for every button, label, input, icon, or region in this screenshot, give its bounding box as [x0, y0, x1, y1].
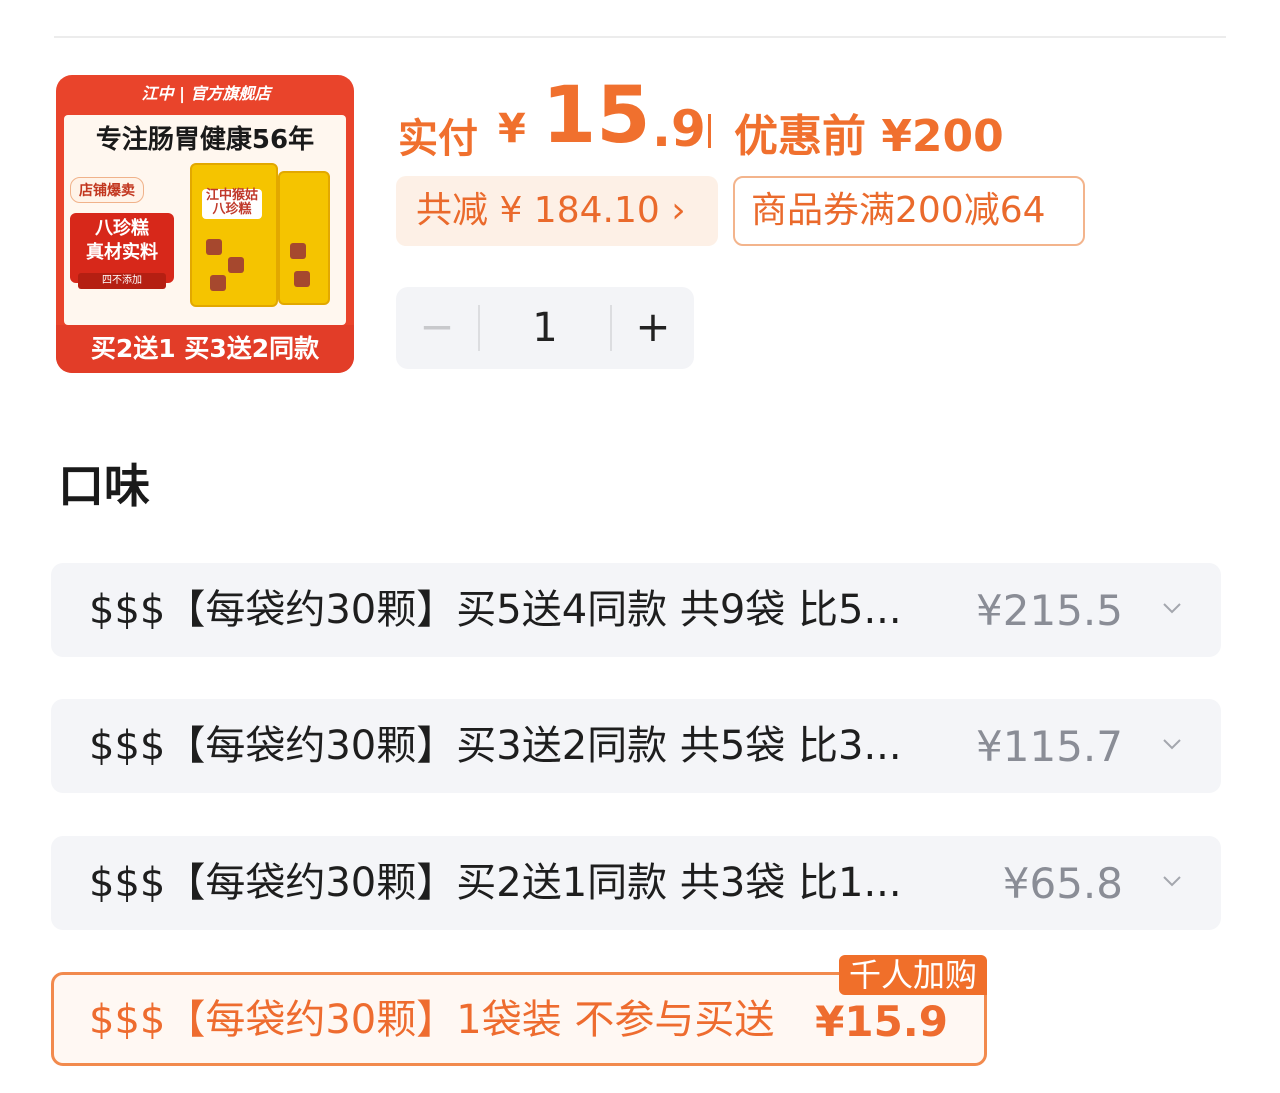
product-image[interactable]: 江中 | 官方旗舰店 专注肠胃健康56年 店铺爆卖 八珍糕 真材实料 四不添加 … [56, 75, 354, 373]
coupon-badge[interactable]: 商品券满200减64 [733, 176, 1085, 246]
chevron-down-icon[interactable] [1161, 733, 1183, 755]
brand-logo: 江中 | 官方旗舰店 [141, 84, 271, 103]
feature-line-1: 八珍糕 [95, 218, 149, 239]
shop-hot-tag: 店铺爆卖 [70, 177, 144, 203]
promo-strip: 买2送1 买3送2同款 [56, 325, 354, 373]
flavor-option[interactable]: $$$【每袋约30颗】买5送4同款 共9袋 比5... ¥215.5 [51, 563, 1221, 657]
cake-piece [228, 257, 244, 273]
quantity-value[interactable]: 1 [480, 287, 610, 369]
pay-price-integer: 15 [542, 71, 651, 161]
feature-line-2: 真材实料 [86, 242, 158, 263]
flavor-option[interactable]: $$$【每袋约30颗】买2送1同款 共3袋 比1... ¥65.8 [51, 836, 1221, 930]
quantity-stepper: − 1 + [396, 287, 694, 369]
chevron-down-icon[interactable] [1161, 597, 1183, 619]
option-label: $$$【每袋约30颗】买2送1同款 共3袋 比1... [89, 860, 902, 906]
pay-price-decimal: .9 [652, 100, 706, 158]
cake-piece [294, 271, 310, 287]
cake-piece [290, 243, 306, 259]
cake-piece [206, 239, 222, 255]
top-divider [54, 36, 1226, 38]
cake-piece [210, 275, 226, 291]
bag-label: 江中猴姑八珍糕 [202, 189, 262, 219]
product-bag-back [278, 171, 330, 305]
option-label: $$$【每袋约30颗】1袋装 不参与买送 [89, 997, 775, 1043]
no-additive-tag: 四不添加 [78, 273, 166, 289]
flavor-section-title: 口味 [58, 459, 150, 513]
chevron-down-icon[interactable] [1161, 870, 1183, 892]
product-headline: 专注肠胃健康56年 [95, 125, 315, 155]
flavor-option-selected[interactable]: $$$【每袋约30颗】1袋装 不参与买送 ¥15.9 千人加购 [51, 955, 987, 1066]
popular-badge: 千人加购 [838, 955, 987, 995]
price-separator [708, 114, 711, 148]
option-label: $$$【每袋约30颗】买3送2同款 共5袋 比3... [89, 723, 902, 769]
flavor-option[interactable]: $$$【每袋约30颗】买3送2同款 共5袋 比3... ¥115.7 [51, 699, 1221, 793]
option-price: ¥215.5 [976, 586, 1123, 635]
pay-label: 实付 [398, 116, 478, 162]
original-price: 优惠前 ¥200 [734, 111, 1004, 162]
option-label: $$$【每袋约30颗】买5送4同款 共9袋 比5... [89, 587, 902, 633]
total-discount-button[interactable]: 共减 ¥ 184.10 › [396, 176, 718, 246]
product-bag-front: 江中猴姑八珍糕 [190, 163, 278, 307]
increase-button[interactable]: + [612, 287, 694, 369]
decrease-button[interactable]: − [396, 287, 478, 369]
option-price: ¥115.7 [976, 722, 1123, 771]
pay-currency: ¥ [498, 106, 526, 152]
option-price: ¥65.8 [1002, 859, 1123, 908]
